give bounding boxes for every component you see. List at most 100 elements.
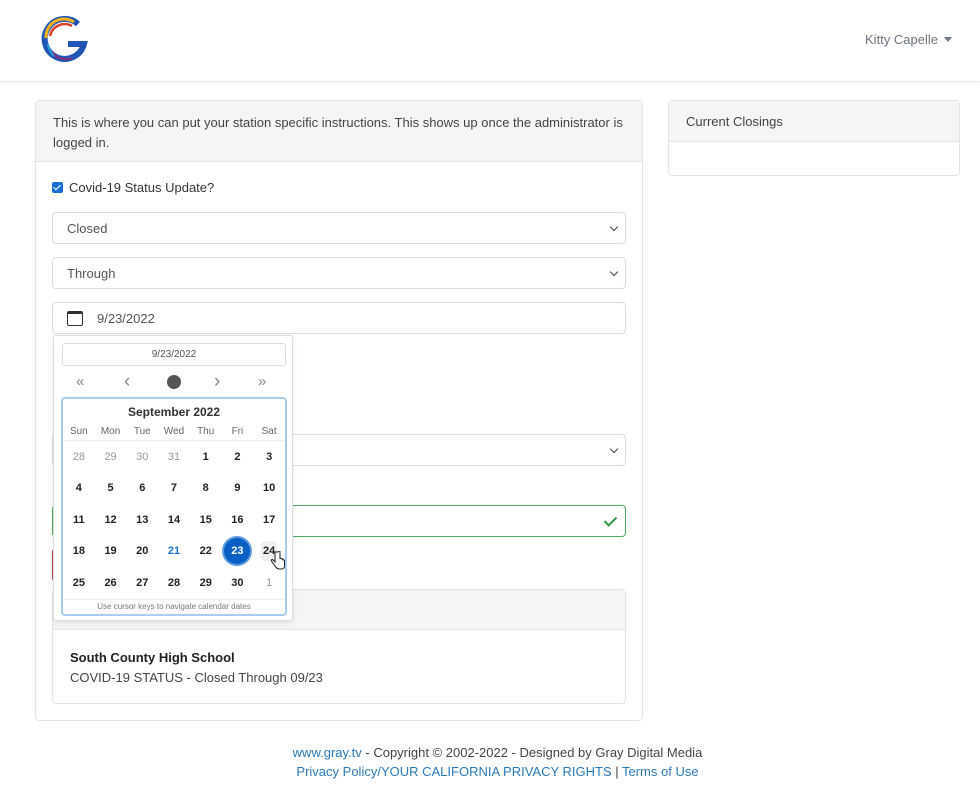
calendar-day-number: 26: [104, 576, 117, 589]
hand-cursor-icon: [270, 551, 285, 570]
chevron-down-icon: [609, 222, 619, 232]
calendar-day-other-month[interactable]: 29: [95, 441, 127, 473]
gray-g-logo-icon[interactable]: [38, 14, 92, 68]
calendar-day[interactable]: 5: [95, 473, 127, 505]
status-select-value: Closed: [67, 220, 108, 236]
footer-separator: |: [611, 764, 622, 779]
calendar-day-other-month[interactable]: 31: [158, 441, 190, 473]
site-link[interactable]: www.gray.tv: [293, 745, 362, 760]
calendar-day[interactable]: 9: [222, 473, 254, 505]
calendar-day[interactable]: 20: [126, 536, 158, 568]
current-month-button[interactable]: [167, 375, 181, 389]
calendar-day[interactable]: 12: [95, 504, 127, 536]
calendar-day[interactable]: 6: [126, 473, 158, 505]
calendar-day-other-month[interactable]: 1: [253, 567, 285, 599]
calendar-day-number: 14: [167, 513, 181, 526]
calendar-day[interactable]: 29: [190, 567, 222, 599]
chevron-down-icon: [609, 267, 619, 277]
calendar-day[interactable]: 3: [253, 441, 285, 473]
calendar-day[interactable]: 7: [158, 473, 190, 505]
calendar-day[interactable]: 16: [222, 504, 254, 536]
privacy-policy-link[interactable]: Privacy Policy/YOUR CALIFORNIA PRIVACY R…: [296, 764, 611, 779]
calendar-day-number: 12: [104, 513, 117, 526]
calendar-icon[interactable]: [67, 310, 83, 326]
duration-select[interactable]: Through: [52, 257, 626, 289]
calendar-hint: Use cursor keys to navigate calendar dat…: [63, 599, 285, 614]
calendar-day[interactable]: 14: [158, 504, 190, 536]
top-navbar: Kitty Capelle: [0, 0, 980, 82]
terms-of-use-link[interactable]: Terms of Use: [622, 764, 699, 779]
calendar-day[interactable]: 19: [95, 536, 127, 568]
user-name: Kitty Capelle: [865, 32, 938, 47]
check-icon: [603, 513, 618, 527]
calendar-day-number: 20: [136, 545, 149, 558]
calendar-day-number: 6: [139, 482, 146, 495]
calendar-day[interactable]: 18: [63, 536, 95, 568]
calendar-day[interactable]: 25: [63, 567, 95, 599]
station-instructions: This is where you can put your station s…: [36, 101, 642, 162]
weekday-label: Tue: [133, 426, 151, 437]
calendar-day-number: 16: [231, 513, 244, 526]
prev-month-button[interactable]: ‹: [124, 372, 130, 392]
calendar-day[interactable]: 4: [63, 473, 95, 505]
calendar-day-number: 7: [170, 482, 178, 495]
prev-year-button[interactable]: «: [76, 372, 84, 392]
calendar-day[interactable]: 15: [190, 504, 222, 536]
calendar-day-number: 29: [199, 576, 212, 589]
school-name: South County High School: [70, 650, 235, 665]
next-month-button[interactable]: ›: [214, 372, 220, 392]
chevron-down-icon: [609, 444, 619, 454]
calendar-day-number: 28: [72, 450, 85, 463]
calendar-day-number: 8: [202, 482, 209, 495]
calendar-day-other-month[interactable]: 28: [63, 441, 95, 473]
calendar-day[interactable]: 11: [63, 504, 95, 536]
weekday-label: Thu: [197, 426, 215, 437]
calendar-day[interactable]: 13: [126, 504, 158, 536]
calendar-day[interactable]: 27: [126, 567, 158, 599]
calendar-month-title: September 2022: [127, 405, 221, 419]
covid-status-checkbox[interactable]: [52, 182, 63, 193]
calendar-day-number: 9: [234, 482, 241, 495]
calendar-day-number: 1: [266, 576, 273, 589]
calendar-day-number: 3: [266, 450, 273, 463]
calendar-day-number: 28: [167, 576, 181, 589]
calendar-day[interactable]: 10: [253, 473, 285, 505]
calendar-day-number: 17: [263, 513, 276, 526]
calendar-day-number: 25: [72, 576, 85, 589]
calendar-day-number: 23: [224, 538, 251, 565]
calendar-day[interactable]: 17: [253, 504, 285, 536]
covid-status-checkbox-row[interactable]: Covid-19 Status Update?: [52, 180, 214, 195]
calendar-day-number: 4: [75, 482, 82, 495]
weekday-label: Wed: [163, 426, 185, 437]
calendar-day[interactable]: 21: [158, 536, 190, 568]
calendar-day[interactable]: 30: [222, 567, 254, 599]
calendar-day[interactable]: 8: [190, 473, 222, 505]
weekday-label: Fri: [231, 426, 244, 437]
user-menu-dropdown[interactable]: Kitty Capelle: [865, 32, 952, 47]
calendar-day-other-month[interactable]: 30: [126, 441, 158, 473]
status-select[interactable]: Closed: [52, 212, 626, 244]
datepicker-popup: 9/23/2022 « ‹ › » September 2022 Sun Mon T…: [53, 335, 293, 621]
calendar-day[interactable]: 1: [190, 441, 222, 473]
calendar-day-number: 30: [136, 450, 149, 463]
calendar-day[interactable]: 23: [222, 536, 254, 568]
calendar-day[interactable]: 2: [222, 441, 254, 473]
calendar-day[interactable]: 26: [95, 567, 127, 599]
next-year-button[interactable]: »: [258, 372, 266, 392]
calendar-day[interactable]: 22: [190, 536, 222, 568]
calendar-day-number: 19: [104, 545, 117, 558]
calendar-day-number: 18: [72, 545, 85, 558]
datepicker-value[interactable]: 9/23/2022: [62, 343, 286, 366]
calendar-day-number: 13: [136, 513, 149, 526]
school-status-text: COVID-19 STATUS - Closed Through 09/23: [70, 670, 323, 685]
calendar-day-number: 11: [73, 513, 85, 526]
page-footer: www.gray.tv - Copyright © 2002-2022 - De…: [0, 743, 980, 781]
calendar-grid: September 2022 Sun Mon Tue Wed Thu Fri Sat 28 2…: [61, 397, 287, 616]
calendar-day[interactable]: 28: [158, 567, 190, 599]
current-closings-title: Current Closings: [669, 101, 959, 142]
calendar-day-number: 30: [231, 576, 244, 589]
calendar-day-number: 31: [167, 450, 181, 463]
duration-select-value: Through: [67, 265, 116, 281]
date-input[interactable]: 9/23/2022: [52, 302, 626, 334]
copyright-text: - Copyright © 2002-2022 - Designed by Gr…: [361, 745, 703, 760]
